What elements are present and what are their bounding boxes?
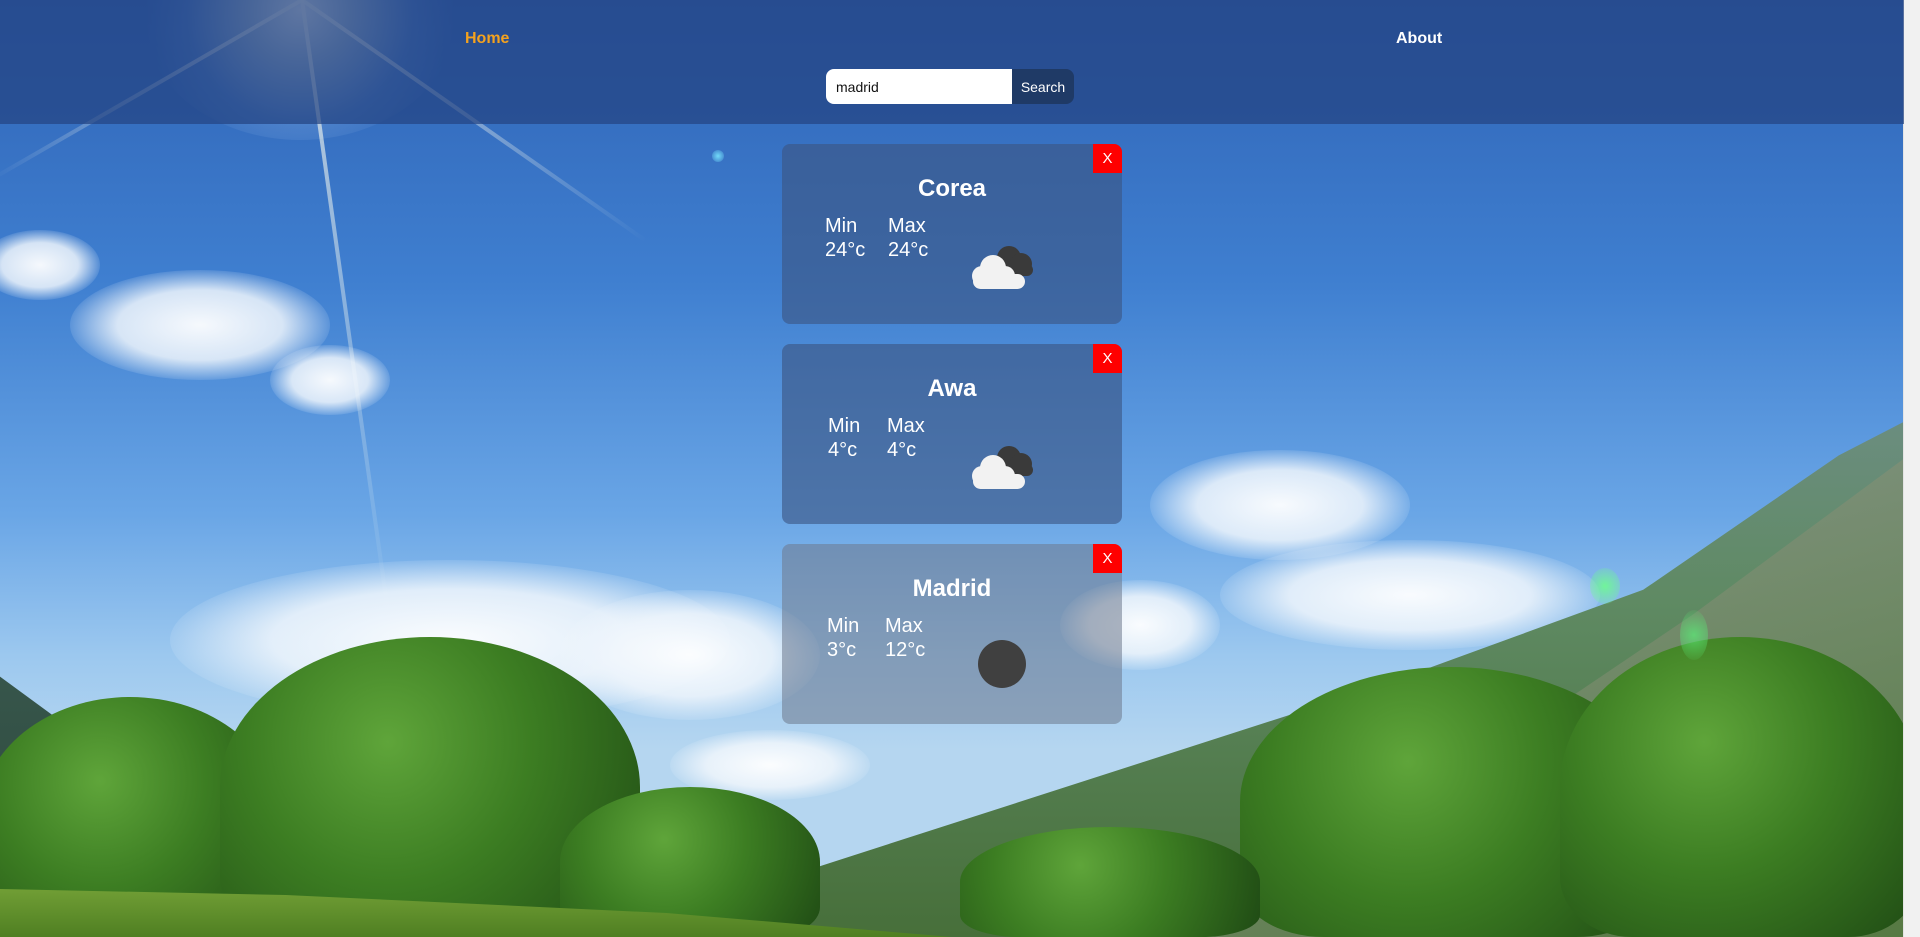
trees: [1560, 637, 1904, 937]
remove-card-button[interactable]: X: [1093, 144, 1122, 173]
search-button[interactable]: Search: [1012, 69, 1074, 104]
page: Home About Search X Corea Min 24°c Max 2…: [0, 0, 1920, 937]
cloudy-icon: [965, 236, 1043, 296]
clear-night-icon: [978, 640, 1026, 688]
nav-about-link[interactable]: About: [1396, 30, 1442, 48]
trees: [960, 827, 1260, 937]
cloudy-icon: [965, 436, 1043, 496]
city-name: Awa: [927, 375, 977, 402]
weather-card: X Madrid Min 3°c Max 12°c: [782, 544, 1122, 724]
page-scrollbar[interactable]: [1903, 0, 1920, 937]
max-temp-value: 12°c: [885, 639, 926, 661]
min-temp-value: 24°c: [825, 239, 866, 261]
weather-card: X Awa Min 4°c Max 4°c: [782, 344, 1122, 524]
min-temp-label: Min: [827, 615, 860, 637]
min-temp-value: 3°c: [827, 639, 857, 661]
max-temp: Max 24°c: [888, 214, 928, 262]
min-temp-label: Min: [825, 215, 858, 237]
min-temp-value: 4°c: [828, 439, 858, 461]
top-nav-bar: Home About Search: [0, 0, 1904, 124]
max-temp: Max 12°c: [885, 614, 925, 662]
lens-flare: [1680, 610, 1708, 660]
remove-card-button[interactable]: X: [1093, 544, 1122, 573]
remove-card-button[interactable]: X: [1093, 344, 1122, 373]
weather-card-list: X Corea Min 24°c Max 24°c X Awa Min 4°c …: [782, 144, 1122, 744]
max-temp-label: Max: [885, 615, 923, 637]
min-temp: Min 3°c: [827, 614, 859, 662]
max-temp: Max 4°c: [887, 414, 925, 462]
max-temp-value: 24°c: [888, 239, 929, 261]
cloud: [270, 345, 390, 415]
weather-card: X Corea Min 24°c Max 24°c: [782, 144, 1122, 324]
city-name: Madrid: [912, 575, 992, 602]
min-temp: Min 24°c: [825, 214, 865, 262]
search-form: Search: [826, 69, 1074, 104]
max-temp-label: Max: [887, 415, 925, 437]
city-search-input[interactable]: [826, 69, 1012, 104]
cloud: [0, 230, 100, 300]
nav-home-link[interactable]: Home: [465, 30, 509, 48]
lens-flare: [1590, 568, 1620, 604]
max-temp-label: Max: [888, 215, 926, 237]
min-temp-label: Min: [828, 415, 861, 437]
min-temp: Min 4°c: [828, 414, 860, 462]
max-temp-value: 4°c: [887, 439, 917, 461]
city-name: Corea: [917, 175, 987, 202]
lens-flare: [712, 150, 724, 162]
